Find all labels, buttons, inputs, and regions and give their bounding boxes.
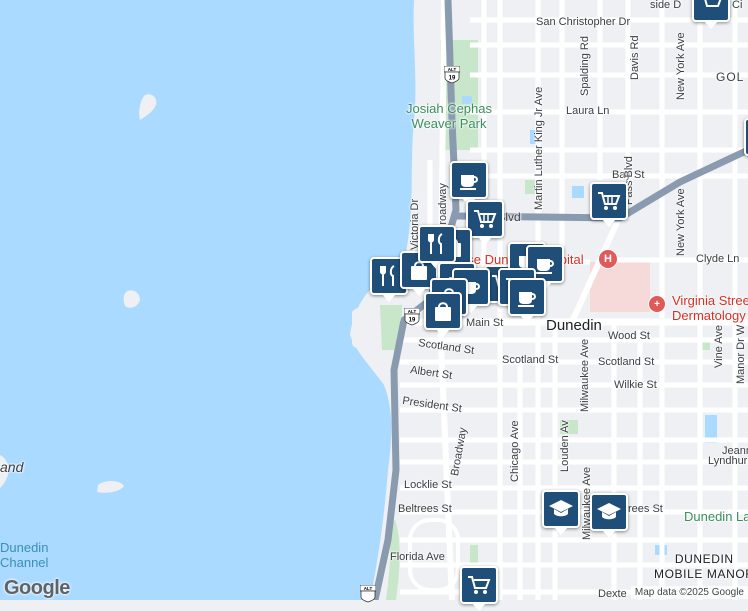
street-label-scotland-st-center: Scotland St [502, 354, 559, 366]
place-label-weaver-park: Josiah Cephas Weaver Park [406, 101, 492, 131]
street-label-dexter: Dexte [598, 588, 627, 600]
marker-restaurant-2[interactable] [418, 225, 456, 270]
marker-coffee-1[interactable] [450, 161, 488, 206]
street-label-top-cut-2: Ci [732, 0, 743, 11]
marker-cart-4[interactable] [460, 566, 498, 611]
route-shield-alt19-mid: ALT 19 [404, 308, 420, 326]
coffee-icon [518, 292, 536, 307]
route-shield-alt19-north: ALT 19 [444, 66, 460, 84]
place-label-dunedin: Dunedin [546, 317, 602, 334]
hospital-icon[interactable]: H [598, 249, 618, 269]
street-label-chicago-ave: Chicago Ave [509, 420, 521, 482]
street-label-locklie-st: Locklie St [404, 479, 452, 491]
marker-coffee-3[interactable] [508, 278, 546, 323]
street-label-louden-ave: Louden Av [559, 420, 571, 472]
coffee-icon [460, 175, 478, 190]
street-label-davis-rd: Davis Rd [629, 35, 641, 80]
shopping-bag-icon [435, 302, 451, 321]
place-label-dermatology: Virginia Street Dermatology [672, 293, 748, 323]
route-shield-alt19-south: ALT [360, 585, 376, 603]
medical-cross-icon[interactable]: + [648, 295, 666, 313]
school-icon [549, 500, 573, 517]
street-label-new-york-ave-north: New York Ave [675, 32, 687, 100]
water-body [0, 0, 416, 600]
shopping-cart-icon [704, 0, 722, 7]
street-label-vine-ave: Vine Ave [713, 324, 725, 368]
street-label-spalding-rd: Spalding Rd [579, 36, 591, 96]
shopping-cart-icon [598, 192, 621, 210]
place-label-dunedin-channel: Dunedin Channel [0, 540, 49, 570]
marker-edge[interactable] [744, 118, 748, 156]
place-label-dunedin-lake: Dunedin La [684, 509, 748, 524]
svg-text:ALT: ALT [448, 67, 457, 72]
google-logo[interactable]: Google [4, 577, 70, 600]
street-label-lyndhurst: Lyndhur [708, 455, 748, 467]
marker-school-2[interactable] [590, 493, 628, 538]
svg-text:19: 19 [449, 76, 456, 82]
street-label-beltrees-st-west: Beltrees St [398, 503, 452, 515]
street-label-laura-ln: Laura Ln [566, 105, 610, 117]
map-attribution[interactable]: Map data ©2025 Google [630, 586, 748, 599]
svg-text:ALT: ALT [364, 586, 373, 591]
place-label-island: and [0, 459, 24, 475]
street-label-scotland-st-east: Scotland St [598, 356, 655, 368]
svg-text:ALT: ALT [408, 309, 417, 314]
school-icon [597, 503, 621, 520]
street-label-main-st: Main St [466, 317, 504, 329]
restaurant-icon [380, 265, 395, 286]
street-label-new-york-ave-south: New York Ave [675, 188, 687, 256]
street-label-wood-st: Wood St [608, 330, 650, 342]
street-label-milwaukee-ave-north: Milwaukee Ave [579, 338, 591, 412]
marker-cart-1[interactable] [590, 182, 628, 227]
street-label-florida-ave: Florida Ave [390, 551, 445, 563]
place-label-mobile-manor: DUNEDIN MOBILE MANOR [654, 552, 748, 581]
shopping-cart-icon [474, 210, 497, 228]
street-label-manor-dr-w: Manor Dr W [735, 324, 747, 384]
svg-text:19: 19 [409, 318, 416, 324]
marker-bag-3[interactable] [424, 292, 462, 337]
marker-corner[interactable] [692, 0, 730, 29]
street-label-mlk-jr-ave: Martin Luther King Jr Ave [533, 86, 545, 210]
street-label-top-cut-1: side D [650, 0, 682, 11]
street-label-wilkie-st: Wilkie St [614, 379, 657, 391]
street-label-san-christopher-dr: San Christopher Dr [536, 16, 631, 28]
restaurant-icon [428, 233, 443, 254]
street-label-clyde-ln: Clyde Ln [696, 253, 740, 265]
street-label-beltrees-st-east: rees St [628, 503, 663, 515]
shopping-cart-icon [468, 576, 491, 594]
marker-school-1[interactable] [542, 490, 580, 535]
place-label-golf: GOL [716, 70, 745, 84]
